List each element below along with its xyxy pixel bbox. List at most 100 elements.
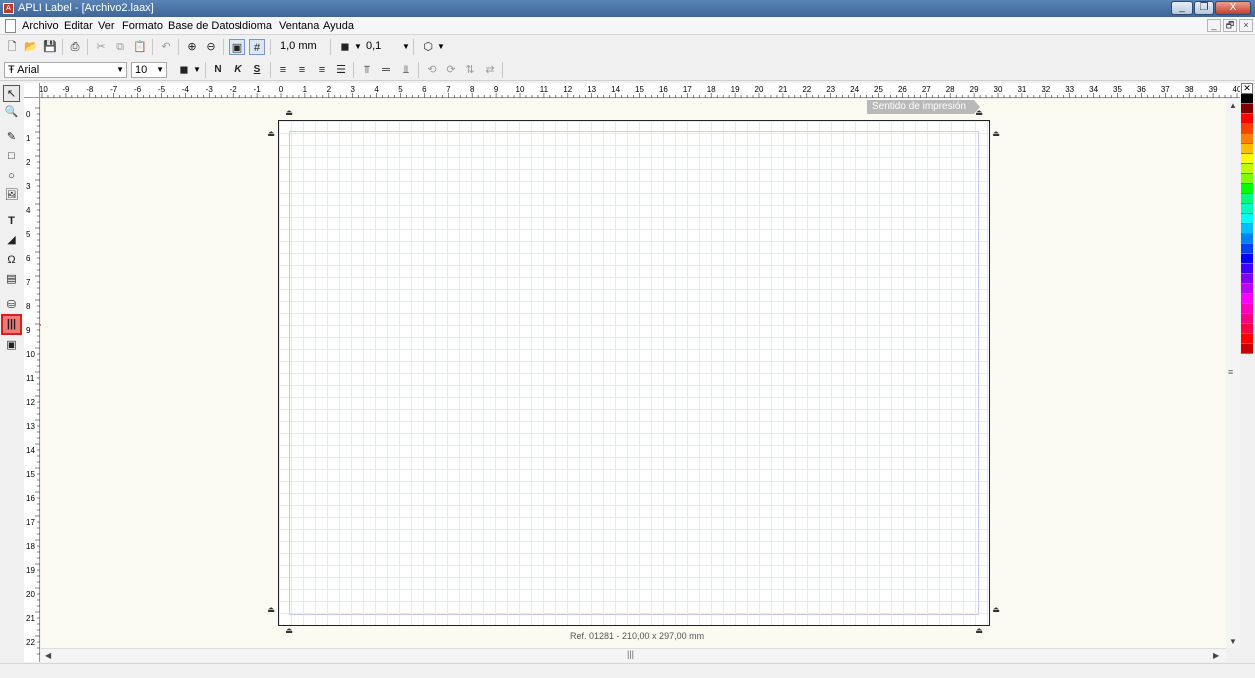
bold-button[interactable]: N [210,62,226,78]
text-color-icon[interactable]: ◼ [176,62,192,78]
align-right-icon[interactable]: ≡ [314,62,330,78]
curved-text-tool-icon[interactable]: ◢ [3,232,20,249]
color-swatch[interactable] [1241,224,1253,234]
dropdown-arrow-icon[interactable]: ▼ [402,42,410,51]
color-swatch[interactable] [1241,264,1253,274]
paste-icon[interactable]: 📋 [132,39,148,55]
text-tool-icon[interactable]: T [3,213,20,230]
dropdown-arrow-icon[interactable]: ▼ [437,42,445,51]
text-direction-icon[interactable]: ⇅ [462,62,478,78]
minimize-button[interactable]: _ [1171,1,1193,15]
italic-button[interactable]: K [230,62,246,78]
zoom-out-icon[interactable]: ⊖ [203,39,219,55]
color-swatch[interactable] [1241,304,1253,314]
scroll-up-icon[interactable]: ▲ [1229,101,1237,110]
qr-code-tool-icon[interactable]: ▣ [3,337,20,354]
color-swatch[interactable] [1241,134,1253,144]
align-justify-icon[interactable]: ☰ [333,62,349,78]
color-swatch[interactable] [1241,94,1253,104]
horizontal-scrollbar[interactable]: ◀ ||| ▶ [41,648,1226,662]
document-icon[interactable] [5,19,16,33]
rotate-text-icon[interactable]: ⟳ [443,62,459,78]
menu-idioma[interactable]: Idioma [239,20,272,32]
menu-ventana[interactable]: Ventana [279,20,319,32]
page-view-icon[interactable]: ▣ [229,39,245,55]
cut-icon[interactable]: ✂ [93,39,109,55]
color-swatch[interactable] [1241,204,1253,214]
line-width-label[interactable]: 0,1 [366,40,381,52]
pointer-tool-icon[interactable]: ↖ [3,85,20,102]
design-workspace[interactable]: Sentido de impresión ⏏ ⏏ ⏏ ⏏ ⏏ ⏏ ⏏ ⏏ Ref… [41,99,1226,648]
scroll-down-icon[interactable]: ▼ [1229,637,1237,646]
underline-button[interactable]: S [249,62,265,78]
vertical-scrollbar[interactable]: ▲ ≡ ▼ [1226,99,1240,648]
menu-ver[interactable]: Ver [98,20,115,32]
label-page[interactable] [278,120,990,626]
page-handle-icon[interactable]: ⏏ [267,130,275,138]
align-left-icon[interactable]: ≡ [275,62,291,78]
scroll-right-icon[interactable]: ▶ [1213,651,1219,660]
color-swatch[interactable] [1241,144,1253,154]
color-swatch[interactable] [1241,174,1253,184]
color-swatch[interactable] [1241,314,1253,324]
menu-archivo[interactable]: Archivo [22,20,59,32]
color-swatch[interactable] [1241,324,1253,334]
color-swatch[interactable] [1241,344,1253,354]
page-handle-icon[interactable]: ⏏ [267,606,275,614]
valign-middle-icon[interactable]: ═ [378,62,394,78]
maximize-button[interactable]: ❐ [1194,1,1214,15]
symbol-tool-icon[interactable]: Ω [3,252,20,269]
no-color-swatch[interactable]: ✕ [1241,83,1253,94]
database-field-tool-icon[interactable]: ▤ [3,271,20,288]
valign-bottom-icon[interactable]: ⫫ [398,62,414,78]
text-direction-icon[interactable]: ⇄ [482,62,498,78]
mdi-restore-button[interactable]: 🗗 [1223,19,1237,32]
fill-color-icon[interactable]: ◼ [337,39,353,55]
scroll-thumb-icon[interactable]: ||| [627,649,634,659]
mdi-close-button[interactable]: × [1239,19,1253,32]
print-icon[interactable]: ⎙ [67,39,83,55]
font-select[interactable]: Ŧ Arial ▼ [4,62,127,78]
page-handle-icon[interactable]: ⏏ [975,109,983,117]
mdi-minimize-button[interactable]: _ [1207,19,1221,32]
color-swatch[interactable] [1241,284,1253,294]
grid-icon[interactable]: # [249,39,265,55]
counter-tool-icon[interactable]: ⛁ [3,297,20,314]
color-swatch[interactable] [1241,184,1253,194]
page-handle-icon[interactable]: ⏏ [975,627,983,635]
barcode-tool-icon[interactable]: ||| [1,314,22,335]
undo-icon[interactable]: ↶ [158,39,174,55]
page-handle-icon[interactable]: ⏏ [285,109,293,117]
page-handle-icon[interactable]: ⏏ [285,627,293,635]
copy-icon[interactable]: ⧉ [112,39,128,55]
font-size-select[interactable]: 10 ▼ [131,62,167,78]
valign-top-icon[interactable]: ⫪ [359,62,375,78]
dropdown-arrow-icon[interactable]: ▼ [193,65,201,74]
shapes-icon[interactable]: ⬡ [420,39,436,55]
menu-ayuda[interactable]: Ayuda [323,20,354,32]
line-tool-icon[interactable]: ✎ [3,129,20,146]
color-swatch[interactable] [1241,194,1253,204]
color-swatch[interactable] [1241,104,1253,114]
menu-base-de-datos[interactable]: Base de Datos [168,20,240,32]
color-swatch[interactable] [1241,154,1253,164]
color-swatch[interactable] [1241,244,1253,254]
image-tool-icon[interactable]: 🖼 [3,187,20,204]
color-swatch[interactable] [1241,124,1253,134]
color-swatch[interactable] [1241,274,1253,284]
menu-editar[interactable]: Editar [64,20,93,32]
ellipse-tool-icon[interactable]: ○ [3,168,20,185]
dropdown-arrow-icon[interactable]: ▼ [354,42,362,51]
color-swatch[interactable] [1241,254,1253,264]
page-handle-icon[interactable]: ⏏ [992,606,1000,614]
zoom-tool-icon[interactable]: 🔍 [3,104,20,121]
rectangle-tool-icon[interactable]: □ [3,148,20,165]
rotate-text-icon[interactable]: ⟲ [424,62,440,78]
color-swatch[interactable] [1241,294,1253,304]
open-folder-icon[interactable]: 📂 [23,39,39,55]
close-button[interactable]: X [1215,1,1251,15]
page-handle-icon[interactable]: ⏏ [992,130,1000,138]
grid-size-label[interactable]: 1,0 mm [280,40,317,52]
color-swatch[interactable] [1241,334,1253,344]
zoom-in-icon[interactable]: ⊕ [184,39,200,55]
